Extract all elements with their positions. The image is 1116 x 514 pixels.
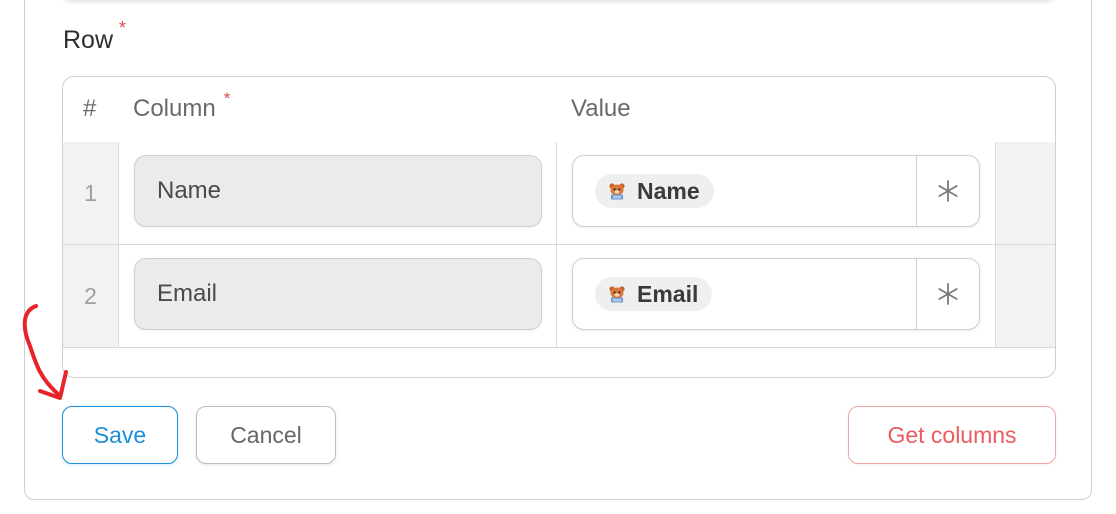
header-index: # [83, 95, 97, 122]
wpforms-bear-icon [609, 286, 625, 303]
value-cell: Name [557, 142, 996, 244]
save-button[interactable]: Save [62, 406, 178, 464]
table-row: 2 Email Email [63, 245, 1055, 348]
smart-tag-chip[interactable]: Email [595, 277, 713, 311]
required-asterisk: * [119, 18, 127, 38]
smart-tag-label: Name [637, 177, 700, 204]
value-cell: Email [557, 245, 996, 347]
column-cell: Name [119, 142, 557, 244]
header-column: Column * [133, 89, 230, 123]
value-field[interactable]: Name [572, 155, 980, 227]
column-name-field[interactable]: Name [134, 155, 542, 227]
table-header: # Column * Value [63, 77, 1055, 143]
row-label-text: Row [63, 26, 114, 54]
row-index: 2 [63, 245, 119, 347]
get-columns-button[interactable]: Get columns [848, 406, 1056, 464]
smart-tag-button[interactable] [916, 156, 979, 226]
header-value: Value [571, 95, 631, 122]
header-column-label: Column [133, 95, 216, 122]
row-mapping-table: # Column * Value 1 Name Name 2 Email Ema… [62, 76, 1056, 378]
header-column-required: * [223, 89, 231, 108]
smart-tag-button[interactable] [916, 259, 979, 329]
row-section-label: Row * [63, 18, 126, 55]
smart-tag-label: Email [637, 280, 699, 307]
wpforms-bear-icon [609, 183, 625, 200]
cancel-button[interactable]: Cancel [196, 406, 336, 464]
value-field[interactable]: Email [572, 258, 980, 330]
row-index: 1 [63, 142, 119, 244]
asterisk-icon [938, 283, 958, 305]
table-row: 1 Name Name [63, 142, 1055, 245]
asterisk-icon [938, 180, 958, 202]
smart-tag-chip[interactable]: Name [595, 174, 714, 208]
column-name-field[interactable]: Email [134, 258, 542, 330]
column-cell: Email [119, 245, 557, 347]
